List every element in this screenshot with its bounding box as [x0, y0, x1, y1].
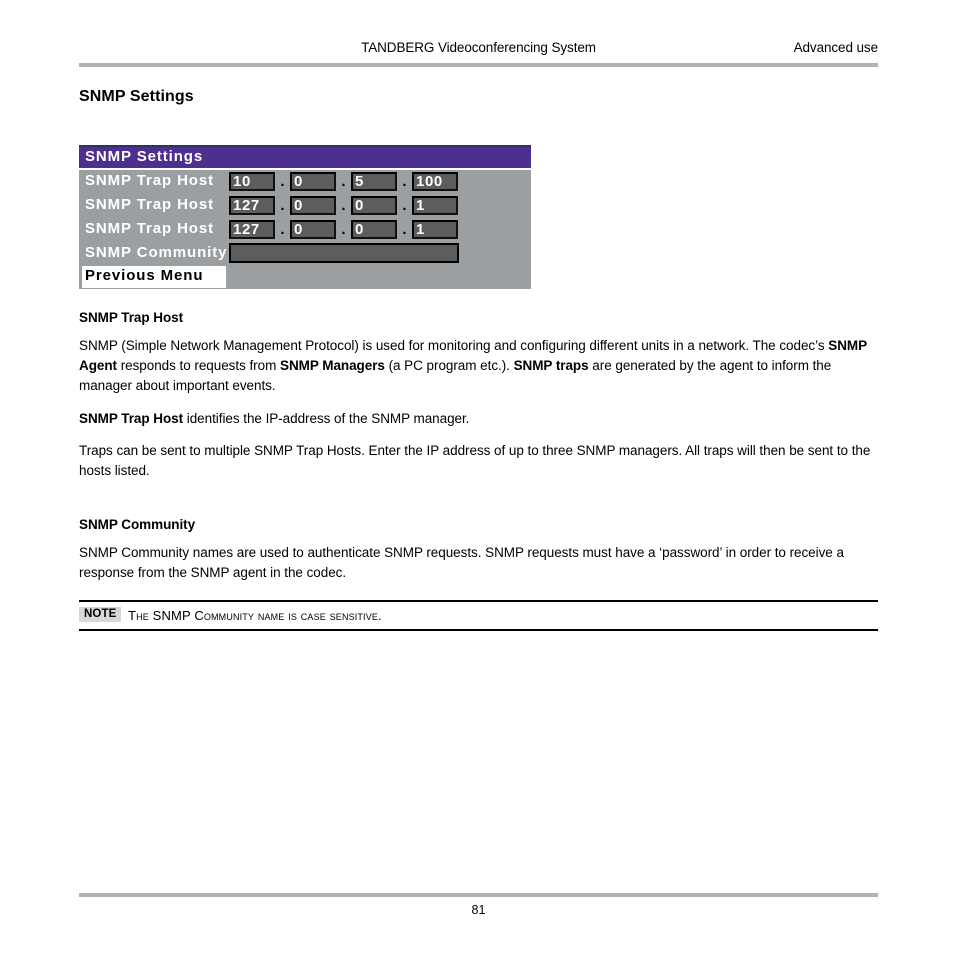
osd-row-label: SNMP Trap Host — [85, 220, 215, 237]
emphasis-run: SNMP traps — [513, 358, 589, 373]
text-run: Traps can be sent to multiple SNMP Trap … — [79, 443, 871, 478]
ip-octet-value: 0 — [294, 197, 303, 214]
text-run: SNMP (Simple Network Management Protocol… — [79, 338, 829, 353]
text-run: (a PC program etc.). — [384, 358, 514, 373]
page-number: 81 — [471, 903, 486, 917]
ip-octet-separator: . — [341, 173, 346, 190]
note-badge: NOTE — [79, 607, 122, 622]
osd-row-label: SNMP Trap Host — [85, 196, 215, 213]
paragraph-multiple-hosts: Traps can be sent to multiple SNMP Trap … — [79, 441, 879, 481]
paragraph-trap-host-definition: SNMP Trap Host identifies the IP-address… — [79, 409, 879, 429]
osd-row[interactable]: SNMP Trap Host 10. 0. 5. 100 — [79, 170, 531, 194]
ip-octet-field[interactable]: 1 — [412, 196, 458, 215]
osd-row-list: SNMP Trap Host 10. 0. 5. 100 SNMP Trap Host 12… — [79, 170, 531, 290]
ip-octet-field[interactable]: 1 — [412, 220, 458, 239]
footer-divider-rule — [79, 893, 878, 897]
ip-octet-value: 127 — [233, 221, 260, 238]
ip-octet-field[interactable]: 100 — [412, 172, 458, 191]
text-run: identifies the IP-address of the SNMP ma… — [183, 411, 470, 426]
ip-octet-separator: . — [402, 197, 407, 214]
ip-octet-separator: . — [402, 221, 407, 238]
paragraph-community-description: SNMP Community names are used to authent… — [79, 543, 879, 583]
running-header: TANDBERG Videoconferencing System Advanc… — [79, 40, 878, 62]
ip-octet-field[interactable]: 0 — [351, 220, 397, 239]
osd-titlebar: SNMP Settings — [79, 147, 531, 170]
ip-octet-value: 1 — [416, 221, 425, 238]
community-text-field[interactable] — [229, 243, 459, 263]
document-page: TANDBERG Videoconferencing System Advanc… — [0, 0, 954, 954]
note-text: The SNMP Community name is case sensitiv… — [128, 608, 382, 623]
text-run: responds to requests from — [117, 358, 280, 373]
ip-octet-separator: . — [341, 221, 346, 238]
ip-octet-field[interactable]: 0 — [290, 220, 336, 239]
ip-octet-value: 5 — [355, 173, 364, 190]
ip-address-field-group[interactable]: 127. 0. 0. 1 — [229, 219, 458, 240]
ip-octet-separator: . — [402, 173, 407, 190]
emphasis-run: SNMP Managers — [279, 358, 385, 373]
ip-octet-value: 0 — [294, 221, 303, 238]
osd-row[interactable]: Previous Menu — [79, 266, 531, 290]
ip-address-field-group[interactable]: 127. 0. 0. 1 — [229, 195, 458, 216]
ip-octet-value: 10 — [233, 173, 251, 190]
subheading-snmp-trap-host: SNMP Trap Host — [79, 310, 184, 325]
ip-octet-field[interactable]: 0 — [351, 196, 397, 215]
osd-row[interactable]: SNMP Trap Host 127. 0. 0. 1 — [79, 218, 531, 242]
header-divider-rule — [79, 63, 878, 67]
ip-octet-value: 0 — [355, 221, 364, 238]
osd-title-text: SNMP Settings — [85, 148, 204, 165]
emphasis-run: SNMP Trap Host — [79, 411, 184, 426]
ip-octet-value: 0 — [294, 173, 303, 190]
ip-octet-separator: . — [341, 197, 346, 214]
ip-octet-field[interactable]: 0 — [290, 172, 336, 191]
ip-octet-separator: . — [280, 173, 285, 190]
note-bottom-rule — [79, 629, 878, 631]
ip-octet-value: 0 — [355, 197, 364, 214]
osd-menu-panel: SNMP Settings SNMP Trap Host 10. 0. 5. 100 SN… — [79, 145, 531, 289]
text-run: SNMP Community names are used to authent… — [79, 545, 844, 580]
ip-octet-separator: . — [280, 197, 285, 214]
osd-row-label: SNMP Trap Host — [85, 172, 215, 189]
ip-octet-field[interactable]: 0 — [290, 196, 336, 215]
ip-octet-value: 1 — [416, 197, 425, 214]
header-section-label: Advanced use — [793, 40, 878, 55]
ip-octet-value: 127 — [233, 197, 260, 214]
ip-octet-value: 100 — [416, 173, 443, 190]
paragraph-snmp-intro: SNMP (Simple Network Management Protocol… — [79, 336, 879, 396]
ip-octet-field[interactable]: 127 — [229, 196, 275, 215]
subheading-snmp-community: SNMP Community — [79, 517, 196, 532]
ip-octet-field[interactable]: 127 — [229, 220, 275, 239]
note-top-rule — [79, 600, 878, 602]
osd-row-label: Previous Menu — [85, 267, 204, 284]
header-system-title: TANDBERG Videoconferencing System — [361, 40, 596, 55]
ip-octet-separator: . — [280, 221, 285, 238]
osd-row-label: SNMP Community — [85, 244, 228, 261]
osd-row[interactable]: SNMP Trap Host 127. 0. 0. 1 — [79, 194, 531, 218]
page-title: SNMP Settings — [79, 88, 194, 105]
ip-address-field-group[interactable]: 10. 0. 5. 100 — [229, 171, 458, 192]
osd-row[interactable]: SNMP Community — [79, 242, 531, 266]
ip-octet-field[interactable]: 10 — [229, 172, 275, 191]
ip-octet-field[interactable]: 5 — [351, 172, 397, 191]
